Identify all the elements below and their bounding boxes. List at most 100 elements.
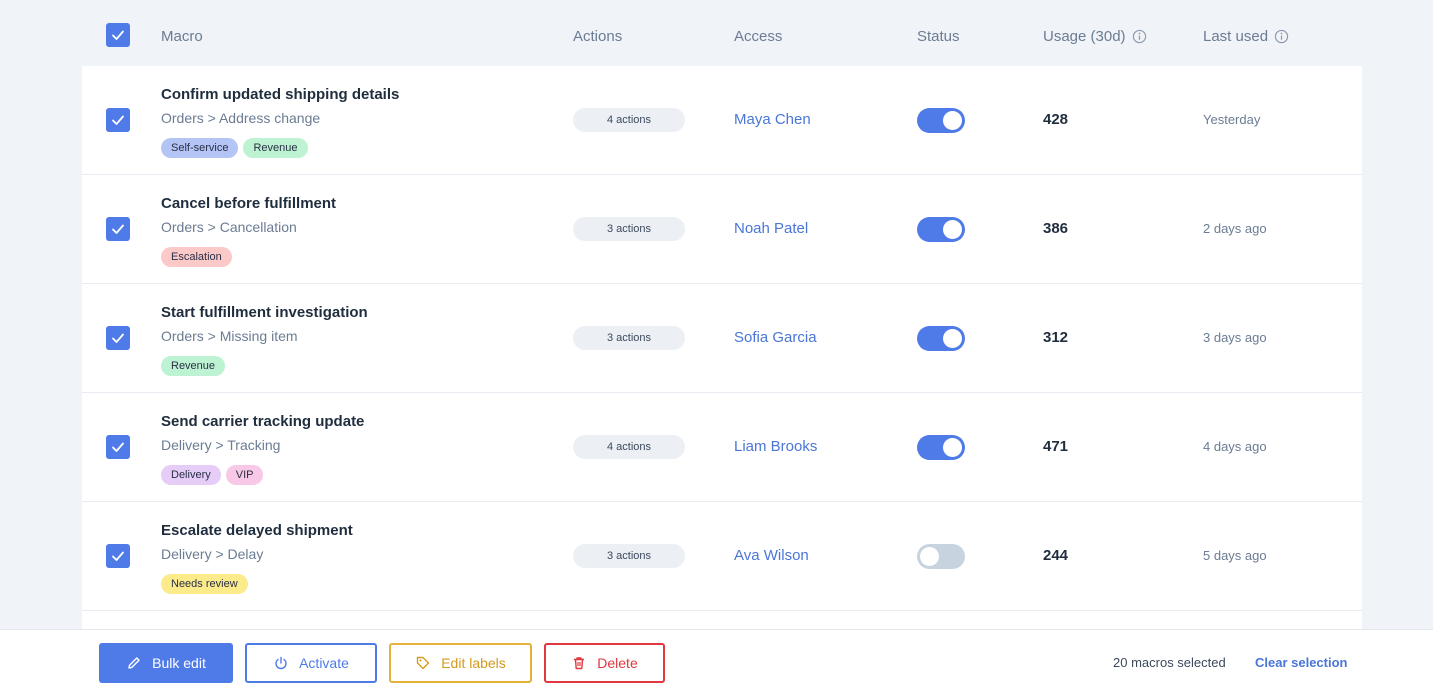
trash-icon [574, 657, 585, 670]
info-icon[interactable] [1132, 29, 1147, 44]
tag-icon [417, 656, 430, 670]
last-used: Yesterday [1203, 112, 1261, 127]
row-checkbox[interactable] [106, 108, 130, 132]
access-owner-link[interactable]: Liam Brooks [734, 438, 817, 455]
status-toggle[interactable] [917, 326, 965, 351]
check-icon [112, 30, 124, 40]
macro-tags: Self-service Revenue [161, 138, 308, 158]
label-badge: Revenue [243, 138, 308, 158]
row-checkbox[interactable] [106, 435, 130, 459]
toggle-knob [920, 547, 939, 566]
usage-count: 386 [1043, 220, 1069, 237]
row-checkbox[interactable] [106, 326, 130, 350]
column-header-actions[interactable]: Actions [573, 28, 622, 45]
label-badge: Self-service [161, 138, 239, 158]
edit-labels-button[interactable]: Edit labels [389, 643, 532, 683]
column-header-access-label: Access [734, 28, 783, 45]
activate-button[interactable]: Activate [245, 643, 377, 683]
column-header-macro[interactable]: Macro [161, 28, 203, 45]
column-header-usage-label: Usage (30d) [1043, 28, 1126, 45]
check-icon [112, 333, 124, 343]
toggle-knob [943, 438, 962, 457]
table-row[interactable]: Cancel before fulfillment Orders > Cance… [82, 175, 1362, 284]
macro-path: Orders > Missing item [161, 328, 298, 344]
status-toggle[interactable] [917, 108, 965, 133]
macro-title[interactable]: Escalate delayed shipment [161, 522, 353, 539]
column-header-actions-label: Actions [573, 28, 623, 45]
access-owner-link[interactable]: Maya Chen [734, 111, 811, 128]
column-header-usage[interactable]: Usage (30d) [1043, 28, 1147, 45]
label-badge: Needs review [161, 574, 248, 594]
bulk-edit-button[interactable]: Bulk edit [99, 643, 233, 683]
status-toggle[interactable] [917, 544, 965, 569]
macro-tags: Escalation [161, 247, 232, 267]
actions-count-pill[interactable]: 4 actions [573, 108, 685, 132]
usage-count: 428 [1043, 111, 1069, 128]
column-header-last-used[interactable]: Last used [1203, 28, 1289, 45]
toggle-knob [943, 111, 962, 130]
check-icon [112, 442, 124, 452]
delete-button[interactable]: Delete [544, 643, 665, 683]
label-badge: Revenue [161, 356, 226, 376]
pencil-icon [128, 657, 140, 669]
macro-title[interactable]: Cancel before fulfillment [161, 195, 336, 212]
last-used: 2 days ago [1203, 221, 1267, 236]
status-toggle[interactable] [917, 217, 965, 242]
actions-count-pill[interactable]: 3 actions [573, 217, 685, 241]
macro-path: Orders > Address change [161, 110, 321, 126]
macro-title[interactable]: Confirm updated shipping details [161, 86, 399, 103]
row-checkbox[interactable] [106, 217, 130, 241]
table-row[interactable]: Start fulfillment investigation Orders >… [82, 284, 1362, 393]
row-checkbox[interactable] [106, 544, 130, 568]
macro-tags: Needs review [161, 574, 248, 594]
power-icon [275, 656, 287, 670]
toggle-knob [943, 220, 962, 239]
usage-count: 244 [1043, 547, 1069, 564]
bulk-action-bar: Bulk edit Activate Edit labels Delete 20… [0, 629, 1433, 693]
label-badge: VIP [225, 465, 264, 485]
label-badge: Escalation [161, 247, 232, 267]
delete-label: Delete [597, 655, 638, 671]
table-row[interactable]: Send carrier tracking update Delivery > … [82, 393, 1362, 502]
table-row[interactable]: Escalate delayed shipment Delivery > Del… [82, 502, 1362, 611]
last-used: 5 days ago [1203, 548, 1267, 563]
check-icon [112, 551, 124, 561]
selection-count: 20 macros selected [1113, 655, 1226, 670]
macro-title[interactable]: Send carrier tracking update [161, 413, 364, 430]
column-header-status[interactable]: Status [917, 28, 960, 45]
table-row[interactable]: Confirm updated shipping details Orders … [82, 66, 1362, 175]
label-badge: Delivery [161, 465, 221, 485]
column-header-access[interactable]: Access [734, 28, 782, 45]
check-icon [112, 115, 124, 125]
macro-path: Orders > Cancellation [161, 219, 297, 235]
check-icon [112, 224, 124, 234]
activate-label: Activate [299, 655, 349, 671]
last-used: 4 days ago [1203, 439, 1267, 454]
select-all-checkbox[interactable] [106, 23, 130, 47]
edit-labels-label: Edit labels [441, 655, 506, 671]
info-icon[interactable] [1274, 29, 1289, 44]
usage-count: 312 [1043, 329, 1069, 346]
actions-count-pill[interactable]: 3 actions [573, 326, 685, 350]
macro-tags: Revenue [161, 356, 226, 376]
column-header-status-label: Status [917, 28, 960, 45]
toggle-knob [943, 329, 962, 348]
column-header-last-used-label: Last used [1203, 28, 1269, 45]
column-header-macro-label: Macro [161, 28, 203, 45]
status-toggle[interactable] [917, 435, 965, 460]
actions-count-pill[interactable]: 3 actions [573, 544, 685, 568]
last-used: 3 days ago [1203, 330, 1267, 345]
macro-path: Delivery > Tracking [161, 437, 281, 453]
macro-title[interactable]: Start fulfillment investigation [161, 304, 368, 321]
macro-path: Delivery > Delay [161, 546, 264, 562]
clear-selection-link[interactable]: Clear selection [1255, 655, 1348, 670]
access-owner-link[interactable]: Sofia Garcia [734, 329, 817, 346]
bulk-edit-label: Bulk edit [152, 655, 206, 671]
actions-count-pill[interactable]: 4 actions [573, 435, 685, 459]
macro-table: Confirm updated shipping details Orders … [82, 66, 1362, 629]
table-header: Macro Actions Access Status Usage (30d) … [82, 0, 1362, 66]
macro-tags: Delivery VIP [161, 465, 264, 485]
access-owner-link[interactable]: Noah Patel [734, 220, 808, 237]
usage-count: 471 [1043, 438, 1069, 455]
access-owner-link[interactable]: Ava Wilson [734, 547, 809, 564]
